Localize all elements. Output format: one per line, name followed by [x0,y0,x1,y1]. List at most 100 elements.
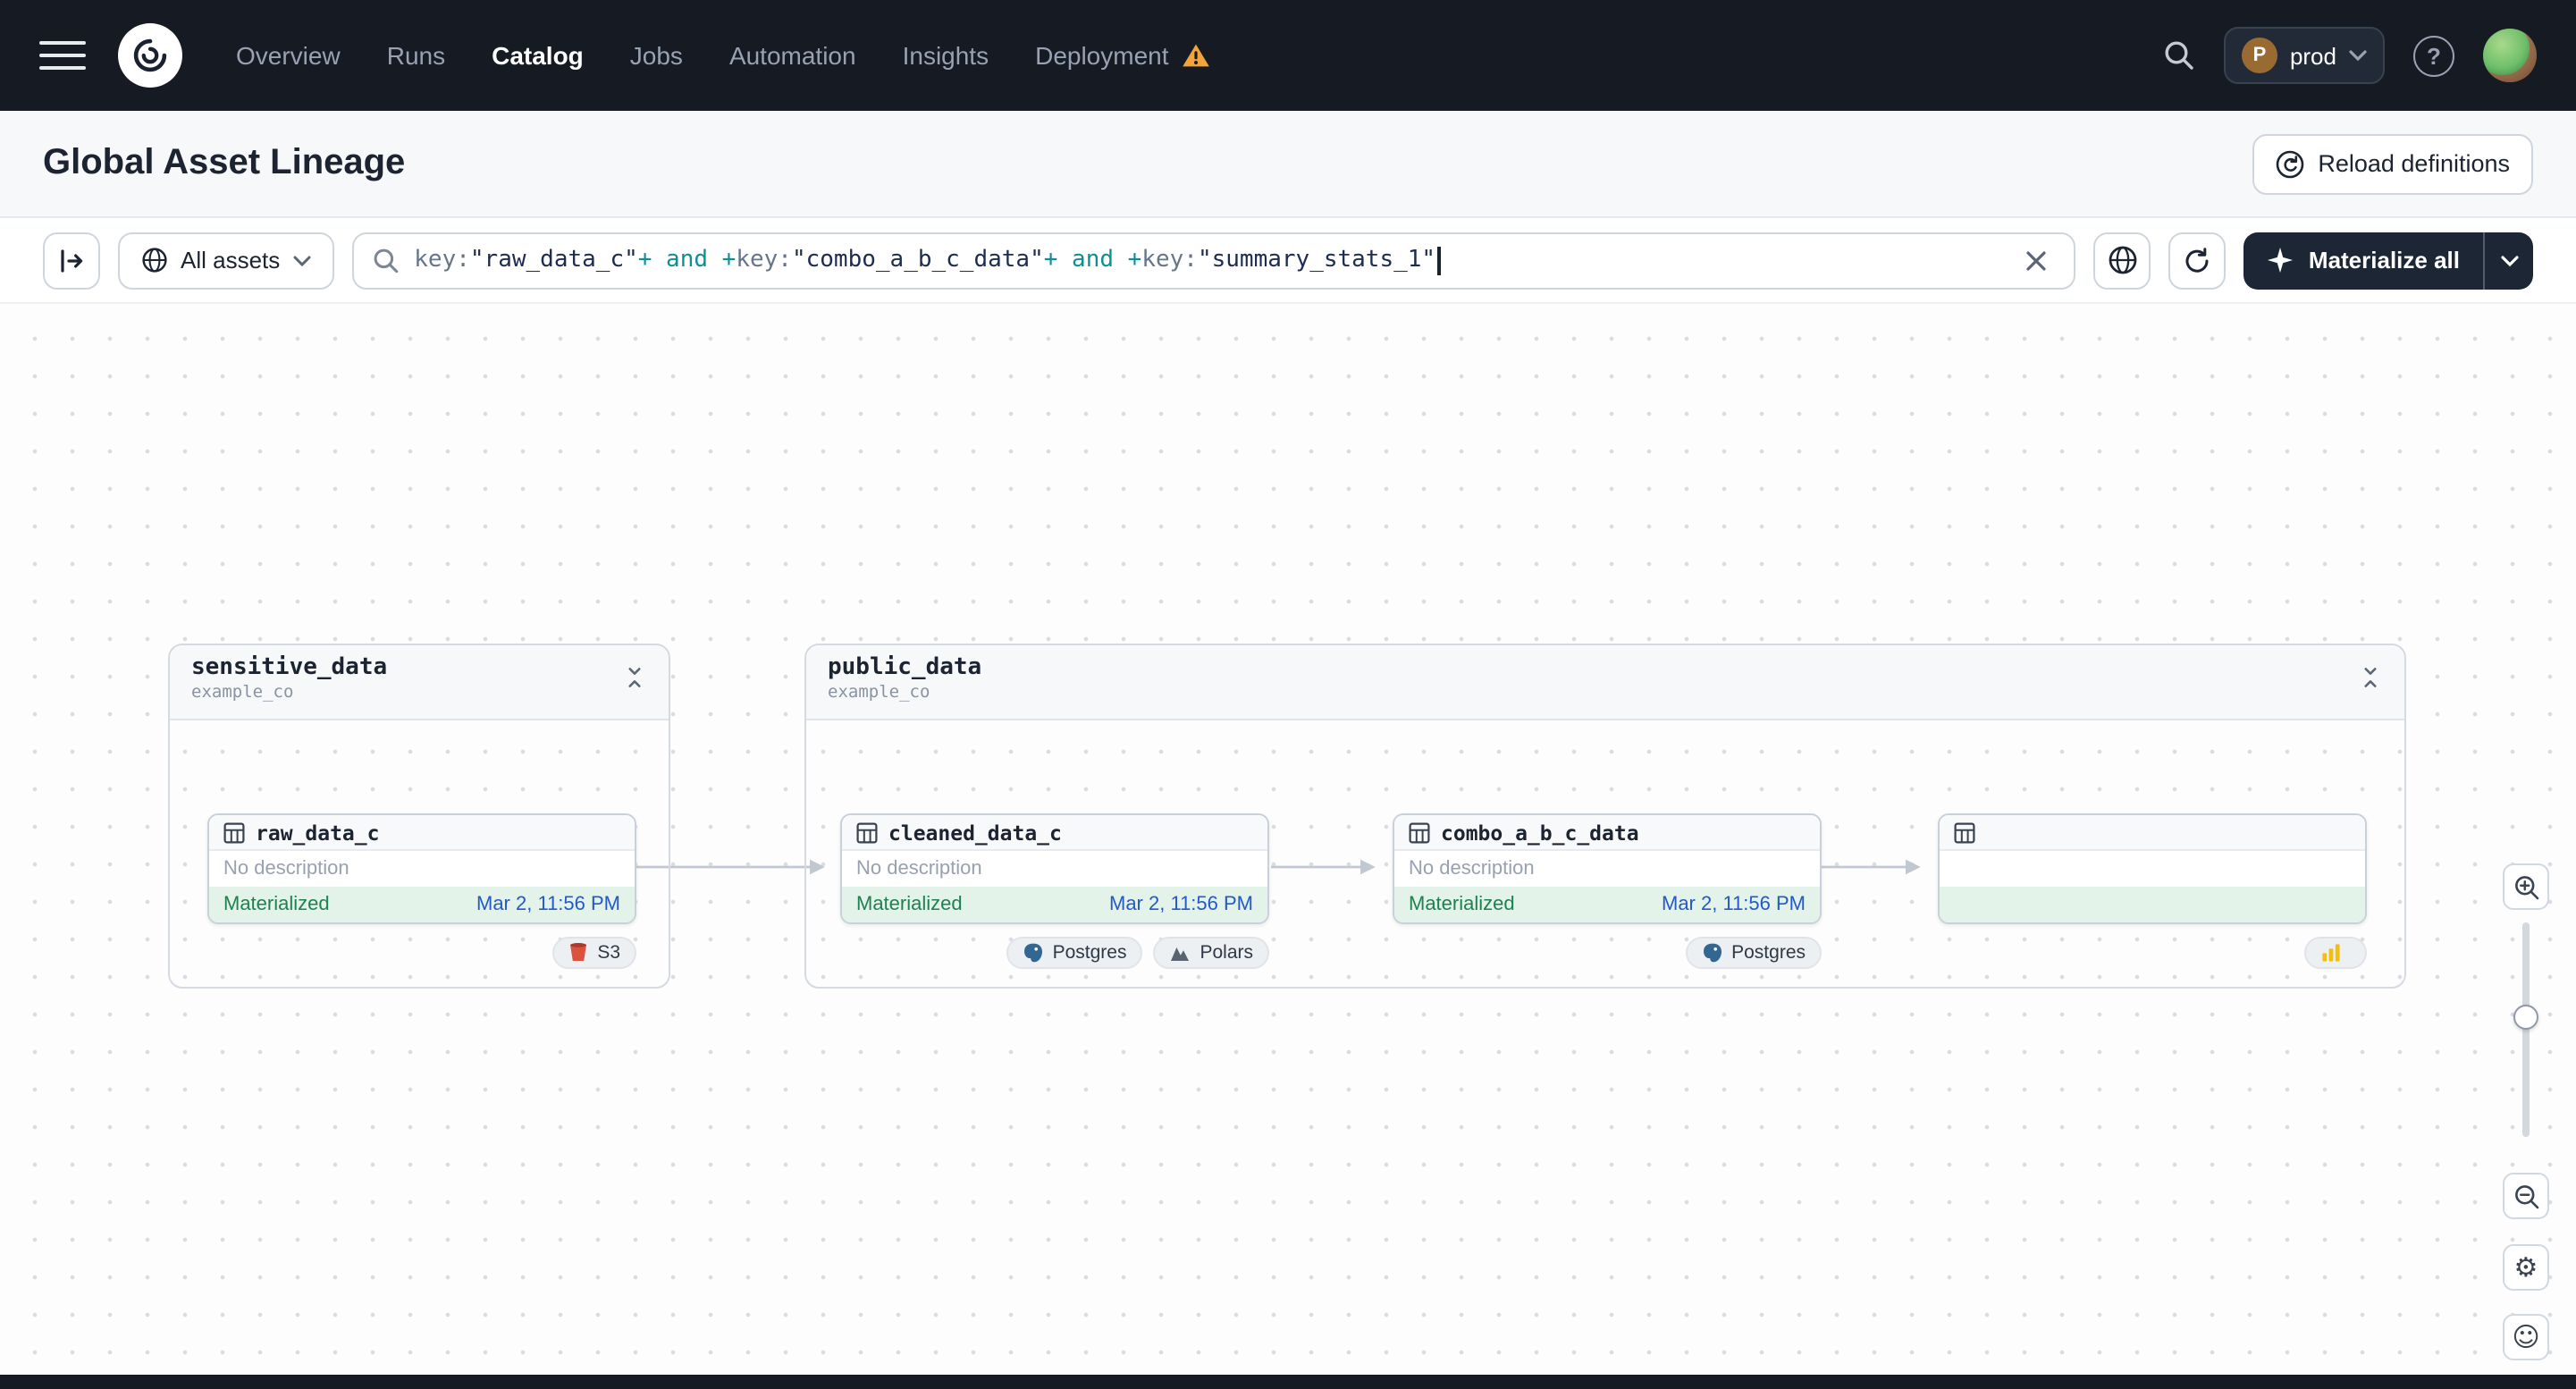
query-token: key: [1141,247,1198,274]
asset-selection-query: key: "raw_data_c" + and + key: "combo_a_b_c_… [414,246,1441,274]
asset-filter-dropdown[interactable]: All assets [118,232,334,289]
nav-item-label: Runs [386,41,446,70]
zoom-out-button[interactable] [2503,1173,2549,1219]
materialize-options-button[interactable] [2483,232,2533,289]
tag-label: S3 [597,942,620,964]
asset-status-row: Materialized Mar 2, 11:56 PM [209,887,635,922]
group-name: public_data [828,654,982,681]
group-title-block: public_data example_co [828,654,981,703]
refresh-button[interactable] [2168,232,2227,289]
lineage-toolbar: All assets key: "raw_data_c" + and + key: "c… [0,218,2576,304]
asset-node-raw-data-c[interactable]: raw_data_c No description Materialized M… [207,813,636,924]
nav-item-overview[interactable]: Overview [236,41,341,70]
asset-status-row [1940,887,2365,922]
panel-expand-icon [61,248,83,272]
search-icon[interactable] [2163,39,2195,72]
nav-item-label: Overview [236,41,341,70]
nav-item-label: Catalog [492,41,584,70]
tag-polars[interactable]: Polars [1153,937,1269,969]
asset-node-header: raw_data_c [209,815,635,851]
materialization-timestamp[interactable]: Mar 2, 11:56 PM [476,894,620,915]
asset-filter-label: All assets [181,247,281,274]
asset-node-combo-a-b-c-data[interactable]: combo_a_b_c_data No description Material… [1393,813,1822,924]
globe-icon [2109,246,2137,274]
nav-item-label: Jobs [629,41,683,70]
octopus-swirl-icon [133,38,167,72]
asset-name: combo_a_b_c_data [1441,820,1639,845]
asset-tags-cleaned-data-c: Postgres Polars [840,937,1269,969]
asset-node-header: combo_a_b_c_data [1394,815,1820,851]
collapse-group-button[interactable] [2358,665,2383,690]
collapse-icon [628,668,641,687]
asset-selection-input[interactable]: key: "raw_data_c" + and + key: "combo_a_b_c_… [351,232,2076,289]
table-icon [1409,821,1430,843]
zoom-slider[interactable] [2522,922,2530,1137]
nav-right-cluster: P prod ? [2163,27,2537,84]
user-avatar[interactable] [2483,29,2537,82]
menu-icon[interactable] [39,32,86,79]
chevron-down-icon [2349,50,2367,61]
asset-node-cleaned-data-c[interactable]: cleaned_data_c No description Materializ… [840,813,1269,924]
deployment-avatar: P [2241,38,2277,73]
deployment-switcher[interactable]: P prod [2223,27,2385,84]
toggle-sidebar-button[interactable] [43,232,100,289]
asset-name: raw_data_c [256,820,380,845]
deployment-name: prod [2289,42,2336,69]
s3-icon [570,943,587,961]
help-icon[interactable]: ? [2413,35,2454,76]
page-header: Global Asset Lineage Reload definitions [0,111,2576,218]
chevron-down-icon [292,255,310,265]
postgres-icon [1703,943,1722,963]
collapse-group-button[interactable] [622,665,647,690]
nav-item-automation[interactable]: Automation [729,41,856,70]
materialize-all-button[interactable]: Materialize all [2244,232,2483,289]
materialization-timestamp[interactable]: Mar 2, 11:56 PM [1109,894,1253,915]
tag-postgres[interactable]: Postgres [1006,937,1143,969]
sparkle-icon [2268,247,2294,274]
nav-item-jobs[interactable]: Jobs [630,41,683,70]
zoom-out-icon [2514,1184,2538,1208]
table-icon [223,821,245,843]
group-header[interactable]: sensitive_data example_co [170,645,669,720]
materialization-timestamp[interactable]: Mar 2, 11:56 PM [1662,894,1806,915]
materialized-status: Materialized [1409,894,1515,915]
reload-definitions-button[interactable]: Reload definitions [2252,133,2533,194]
asset-tags-combo-a-b-c-data: Postgres [1393,937,1822,969]
lineage-canvas[interactable]: sensitive_data example_co public_data ex… [0,304,2576,1375]
feedback-button[interactable]: ☺ [2503,1314,2549,1360]
nav-item-runs[interactable]: Runs [387,41,445,70]
tag-s3[interactable]: S3 [552,937,636,969]
help-glyph: ? [2427,42,2441,69]
graph-view-options-button[interactable] [2093,232,2151,289]
nav-item-insights[interactable]: Insights [903,41,989,70]
asset-status-row: Materialized Mar 2, 11:56 PM [1394,887,1820,922]
globe-icon [142,248,167,273]
asset-node-summary-stats-1[interactable] [1938,813,2367,924]
asset-tags-raw-data-c: S3 [207,937,636,969]
nav-item-catalog[interactable]: Catalog [492,41,584,70]
asset-description [1940,851,2365,887]
zoom-slider-handle[interactable] [2513,1005,2538,1030]
group-location: example_co [828,683,930,703]
polars-icon [1171,947,1190,961]
nav-links: Overview Runs Catalog Jobs Automation In… [236,41,1210,70]
nav-item-label: Automation [728,41,856,70]
tag-label: Postgres [1052,942,1127,964]
powerbi-icon [2322,944,2340,962]
clear-query-button[interactable] [2017,240,2057,280]
group-location: example_co [191,683,294,703]
close-icon [2027,250,2047,270]
postgres-icon [1023,943,1042,963]
tag-power-bi[interactable] [2304,937,2367,969]
zoom-in-button[interactable] [2503,863,2549,910]
tag-postgres[interactable]: Postgres [1685,937,1822,969]
nav-item-deployment[interactable]: Deployment [1035,41,1209,70]
asset-tags-summary-stats-1 [1938,937,2367,969]
dagster-logo-icon[interactable] [118,23,182,88]
query-token: "combo_a_b_c_data" [791,247,1044,274]
graph-settings-button[interactable]: ⚙ [2503,1244,2549,1291]
chevron-down-icon [2500,255,2518,265]
group-title-block: sensitive_data example_co [191,654,387,703]
group-header[interactable]: public_data example_co [806,645,2404,720]
asset-name: cleaned_data_c [888,820,1062,845]
